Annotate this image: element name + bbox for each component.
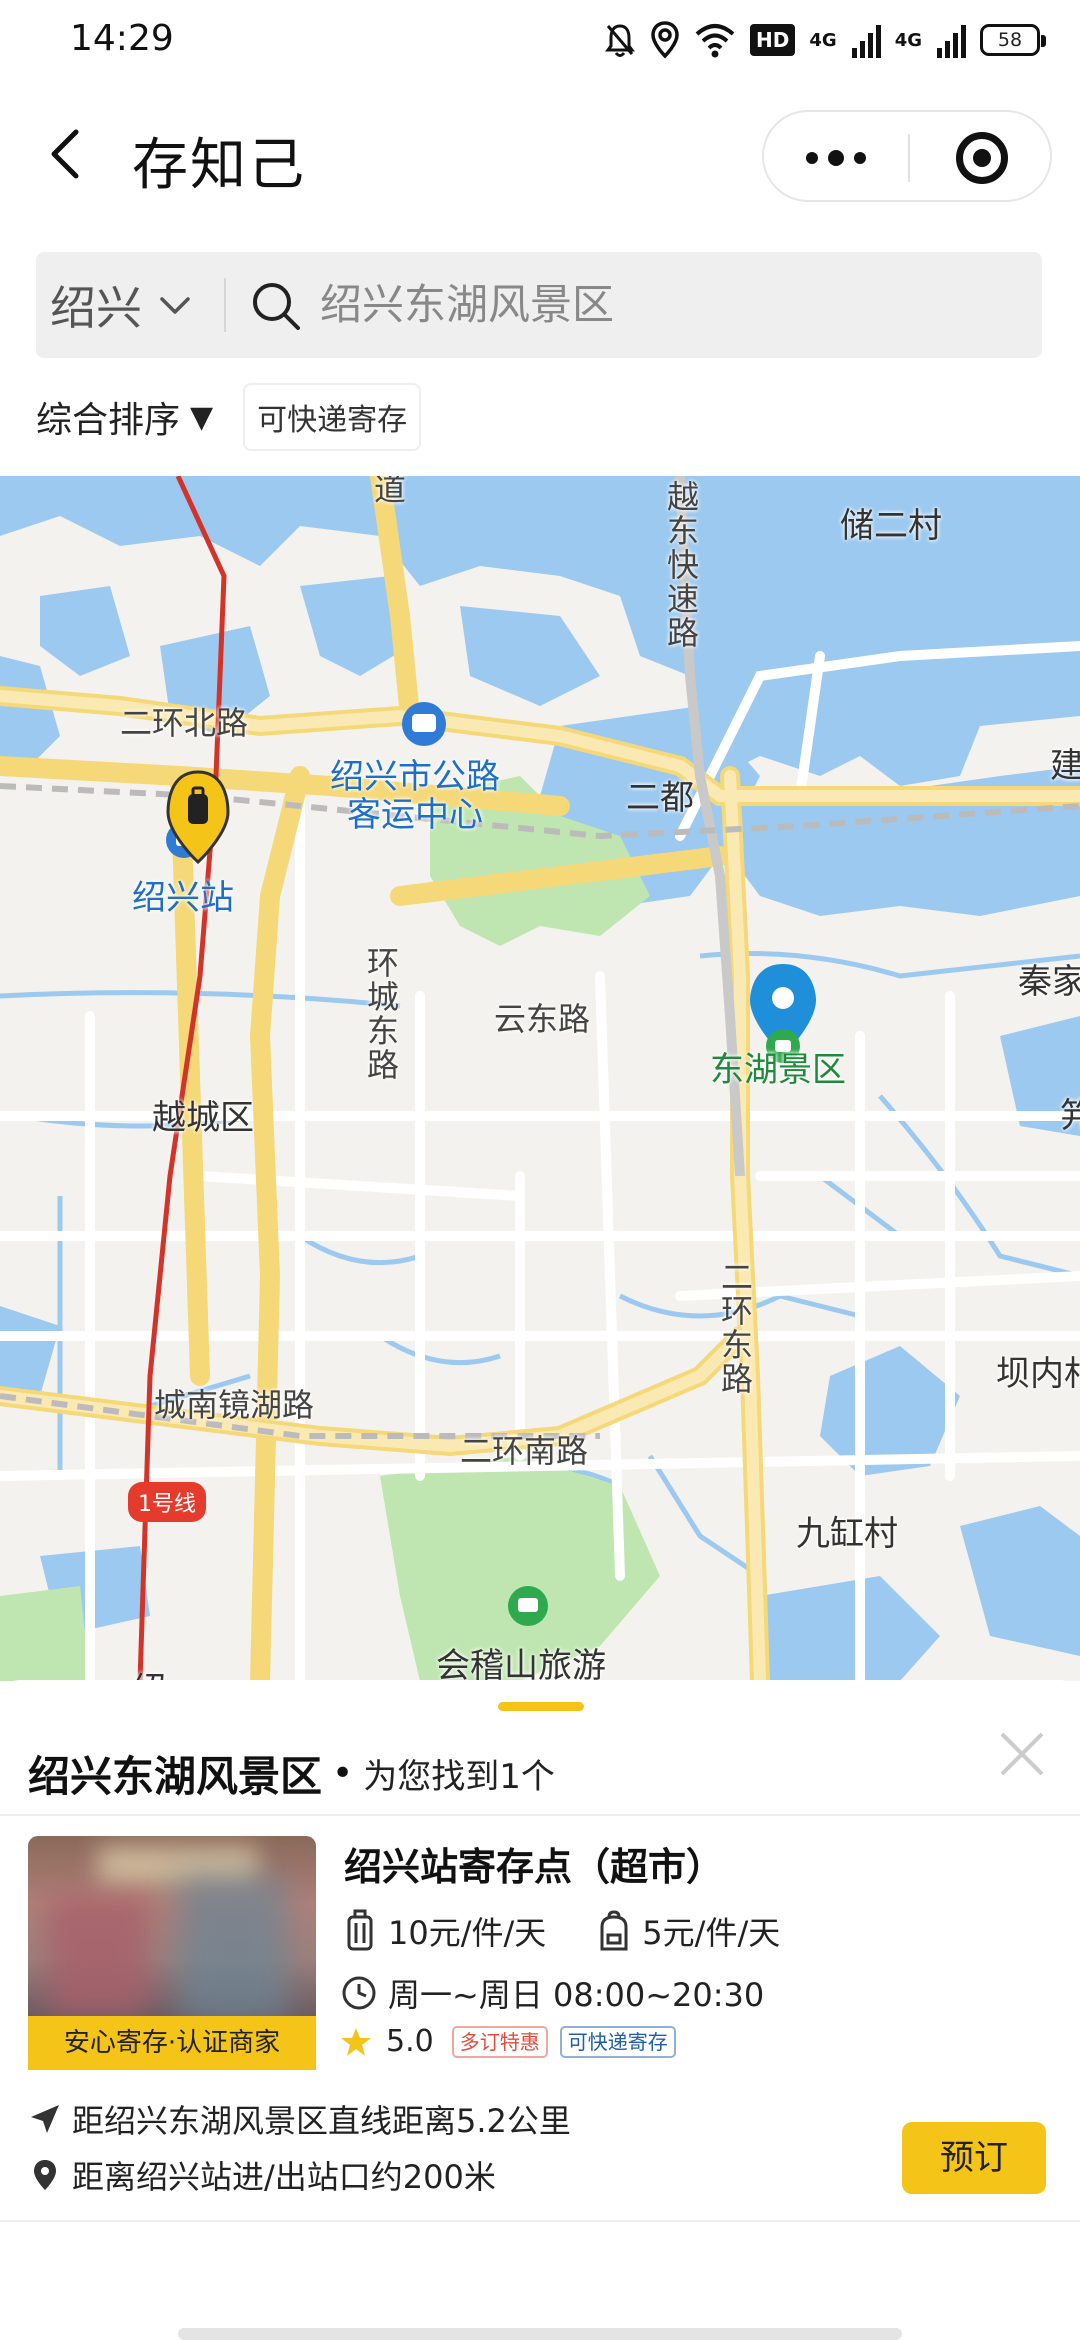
more-button[interactable] [764,112,908,204]
sheet-drag-handle[interactable] [498,1702,584,1711]
signal-icon-2 [937,25,966,58]
express-storage-filter-chip[interactable]: 可快递寄存 [243,383,422,451]
home-indicator[interactable] [178,2328,902,2340]
location-pin-icon [34,2160,56,2190]
distance-scenic: 距绍兴东湖风景区直线距离5.2公里 [72,2102,571,2140]
search-bar: 绍兴 绍兴东湖风景区 [36,252,1042,358]
map-view[interactable]: 道 越东快速路 储二村 二环北路 绍兴市公路客运中心 二都 建 绍兴站 环城东路… [0,476,1080,1681]
chevron-down-icon [160,297,190,314]
suitcase-icon [347,1909,373,1951]
scenic-spot-icon [508,1586,548,1626]
map-label-road: 二环北路 [120,704,249,742]
rating-row: 5.0 多订特惠 可快递寄存 [340,2024,688,2059]
status-icons: HD 4G 4G 58 [604,18,1046,62]
price-large-luggage: 10元/件/天 [388,1914,547,1952]
clock-icon [342,1976,376,2010]
distance-station: 距离绍兴站进/出站口约200米 [72,2158,496,2196]
map-label-bus-center: 绍兴市公路客运中心 [330,757,500,835]
signal-icon [851,25,881,58]
location-icon [651,21,679,59]
map-label-village: 九缸村 [796,1514,898,1554]
status-bar: 14:29 HD 4G 4G 58 [0,0,1080,80]
mute-bell-icon [605,24,636,57]
map-label-district: 越城区 [152,1098,254,1138]
rating-value: 5.0 [386,2024,434,2059]
city-name: 绍兴 [50,281,142,335]
map-label-road: 环城东路 [362,946,400,1082]
caret-down-icon: ▼ [190,399,214,435]
map-label-area: 建 [1050,746,1080,786]
more-dot-icon [854,152,866,164]
backpack-icon [600,1910,628,1951]
map-label-road: 云东路 [494,1000,591,1038]
map-label-road: 二环东路 [716,1260,754,1396]
certified-badge: 安心寄存·认证商家 [28,2016,316,2070]
distance-station-row: 距离绍兴站进/出站口约200米 [28,2152,496,2198]
close-mini-program-button[interactable] [910,112,1054,204]
distance-scenic-row: 距绍兴东湖风景区直线距离5.2公里 [28,2096,571,2142]
filter-bar: 综合排序 ▼ 可快递寄存 [36,382,422,452]
map-label-scenic: 会稽山旅游 [436,1646,606,1681]
more-dot-icon [828,150,844,166]
book-button[interactable]: 预订 [902,2122,1046,2194]
map-label-area: 秦家 [1018,962,1080,1002]
navigation-arrow-icon [31,2105,59,2133]
back-arrow-icon[interactable] [40,124,100,184]
wifi-icon [695,24,735,58]
opening-hours: 周一~周日 08:00~20:30 [388,1976,765,2014]
map-label-area: 二都 [626,778,694,818]
map-label-village: 储二村 [840,506,942,546]
map-label-area: 笄 [1060,1096,1080,1136]
storage-card[interactable]: 安心寄存·认证商家 绍兴站寄存点（超市） 10元/件/天 5元/件/天 周一~周… [0,1836,1080,2216]
map-label-road: 二环南路 [460,1432,589,1470]
hours-row: 周一~周日 08:00~20:30 [340,1970,764,2016]
hd-badge: HD [750,24,796,56]
map-label-village: 坝内村 [996,1354,1080,1394]
network-4g-label: 4G [809,29,837,51]
search-input[interactable]: 绍兴东湖风景区 [320,274,614,336]
store-name: 绍兴站寄存点（超市） [344,1845,725,1889]
express-tag: 可快递寄存 [559,2025,676,2058]
battery-icon: 58 [980,24,1046,56]
mini-program-capsule [762,110,1052,202]
map-label-yuedong-expressway: 越东快速路 [662,480,700,650]
search-divider [224,278,226,332]
page-title: 存知己 [132,133,306,198]
results-header: 绍兴东湖风景区 • 为您找到1个 [28,1738,1058,1808]
map-label-scenic: 东湖景区 [710,1050,846,1090]
separator-dot: • [332,1752,354,1794]
search-icon [253,283,300,330]
parks [0,776,660,1681]
network-4g-label-2: 4G [894,29,922,51]
star-icon [341,2027,371,2056]
results-count: 为您找到1个 [363,1756,555,1797]
more-dot-icon [806,152,818,164]
divider [0,1814,1080,1816]
sort-dropdown[interactable]: 综合排序 ▼ [36,391,213,443]
divider [0,2220,1080,2222]
map-label-road: 道 [369,476,407,506]
sort-label: 综合排序 [36,400,181,441]
bus-station-icon [402,702,446,746]
navbar: 存知己 [0,100,1080,210]
city-selector[interactable]: 绍兴 [36,252,216,358]
price-small-luggage: 5元/件/天 [642,1914,781,1952]
discount-tag: 多订特惠 [451,2025,548,2058]
results-sheet: 绍兴东湖风景区 • 为您找到1个 安心寄存·认证商家 绍兴站寄存点（超市） 10… [0,1680,1080,2340]
close-icon[interactable] [992,1724,1052,1784]
results-title: 绍兴东湖风景区 [28,1751,323,1801]
map-label-area: 绍 [132,1662,166,1681]
target-icon [956,132,1008,184]
map-label-road: 城南镜湖路 [154,1386,315,1424]
status-time: 14:29 [70,18,174,59]
price-row: 10元/件/天 5元/件/天 [340,1908,780,1954]
metro-line-badge: 1号线 [128,1482,206,1522]
map-label-station: 绍兴站 [132,878,234,918]
